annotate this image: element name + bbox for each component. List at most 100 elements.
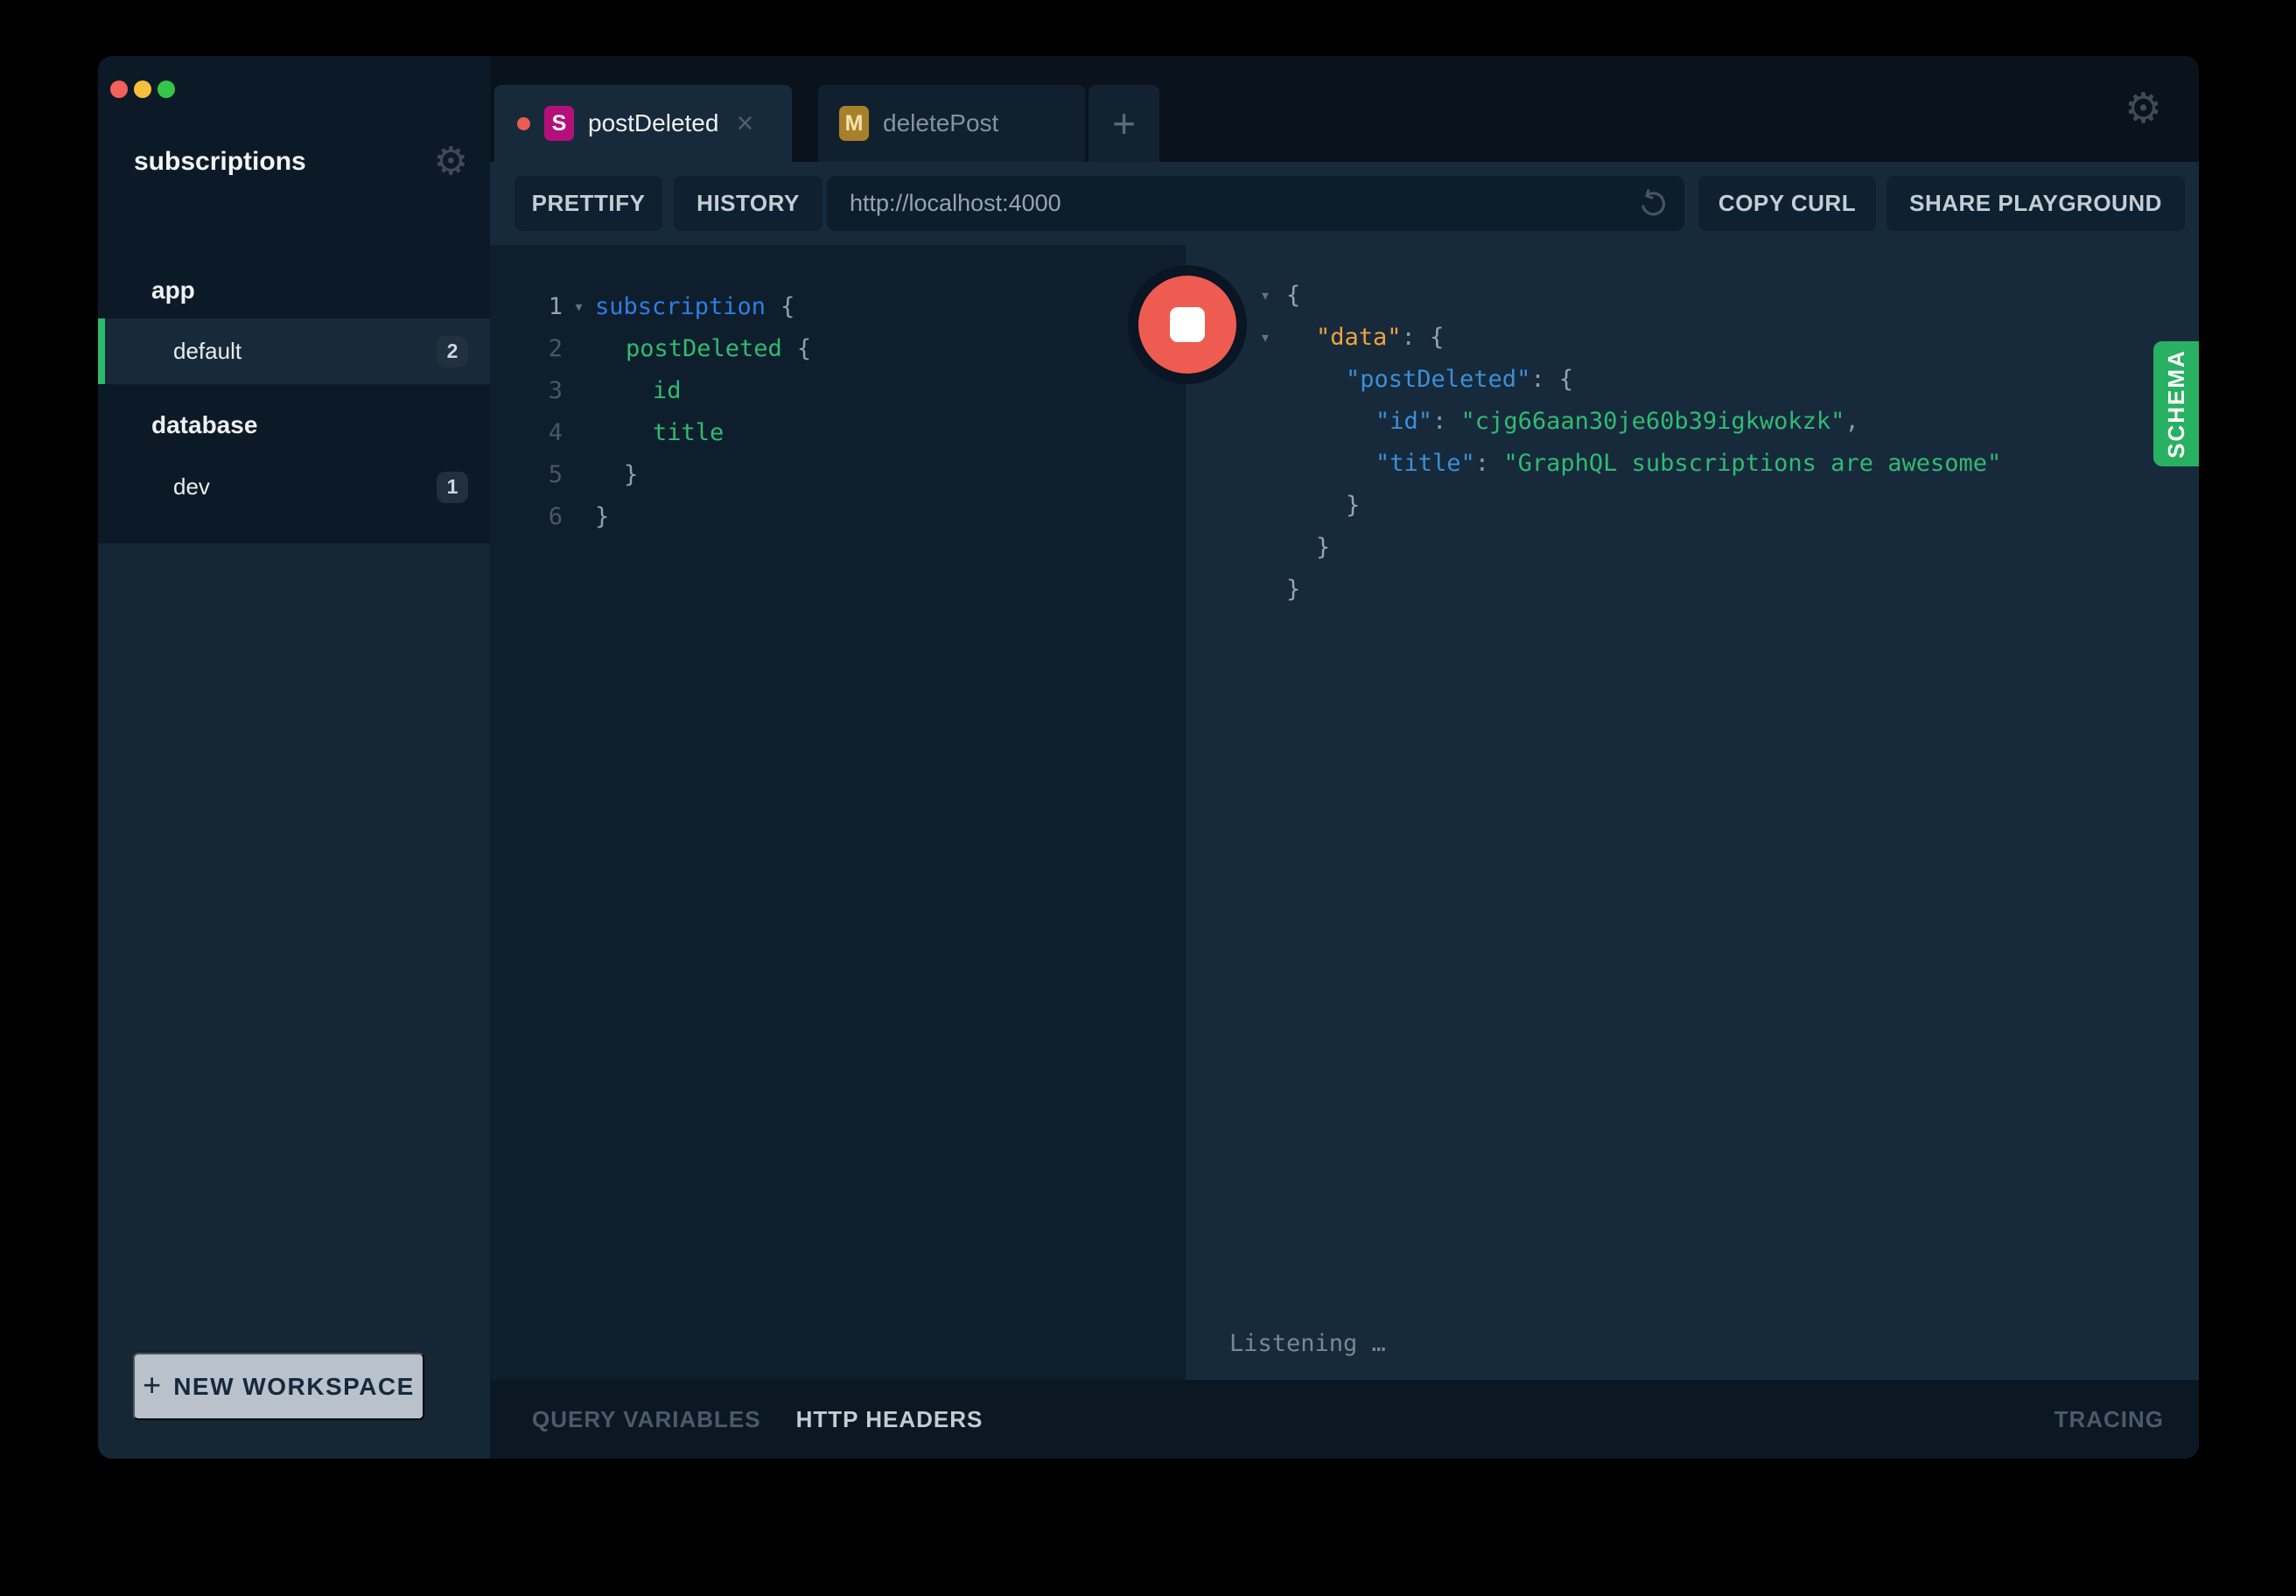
workspace-settings-gear-icon[interactable]: ⚙ — [434, 143, 468, 181]
prettify-button[interactable]: PRETTIFY — [514, 176, 662, 231]
unsaved-changes-dot — [517, 117, 530, 130]
new-workspace-label: NEW WORKSPACE — [173, 1373, 415, 1401]
query-editor[interactable]: 1▾subscription { 2 postDeleted { 3 id 4 title… — [490, 245, 1186, 1380]
brace-token: { — [1286, 282, 1300, 309]
sidebar-item-default[interactable]: default 2 — [98, 318, 490, 384]
tab-postdeleted[interactable]: S postDeleted × — [494, 85, 792, 162]
tab-deletepost[interactable]: M deletePost — [818, 85, 1085, 162]
brace-token: } — [1346, 492, 1360, 519]
json-line: } — [1186, 568, 2199, 610]
brace-token: { — [1430, 324, 1444, 351]
sidebar-section-database: database — [151, 411, 257, 439]
workspace-header: subscriptions ⚙ — [98, 140, 490, 184]
json-line: "postDeleted": { — [1186, 358, 2199, 400]
share-playground-button[interactable]: SHARE PLAYGROUND — [1886, 176, 2185, 231]
fold-arrow-icon[interactable]: ▾ — [1260, 286, 1270, 304]
zoom-window-button[interactable] — [158, 80, 175, 98]
new-workspace-button[interactable]: + NEW WORKSPACE — [133, 1353, 424, 1420]
mutation-type-icon: M — [839, 106, 869, 141]
main-pane: S postDeleted × M deletePost + ⚙ PRETTIF… — [490, 56, 2199, 1459]
fold-arrow-icon[interactable]: ▾ — [1260, 328, 1270, 346]
window-controls — [110, 80, 175, 98]
plus-icon: + — [143, 1367, 161, 1404]
line-number: 2 — [490, 335, 563, 362]
brace-token: { — [1559, 366, 1573, 393]
brace-token: { — [780, 293, 794, 320]
colon-token: : — [1475, 450, 1504, 477]
code-line: 4 title — [490, 411, 1186, 453]
colon-token: : — [1402, 324, 1431, 351]
json-key: "id" — [1376, 408, 1432, 435]
stop-button-ring — [1128, 265, 1247, 384]
editor-response-area: 1▾subscription{ 2postDeleted{ 3id 4title… — [490, 245, 2199, 1380]
fold-arrow-icon[interactable]: ▾ — [563, 296, 595, 317]
minimize-window-button[interactable] — [134, 80, 151, 98]
brace-token: } — [624, 461, 638, 488]
close-window-button[interactable] — [110, 80, 128, 98]
brace-token: } — [1286, 576, 1300, 603]
stop-icon — [1170, 307, 1205, 342]
plus-icon: + — [1112, 100, 1136, 147]
reload-icon[interactable] — [1637, 188, 1669, 220]
sidebar-item-dev[interactable]: dev 1 — [98, 454, 490, 520]
sidebar-section-app: app — [151, 276, 195, 304]
endpoint-url-input[interactable] — [827, 176, 1684, 231]
history-button[interactable]: HISTORY — [674, 176, 822, 231]
schema-side-tab[interactable]: SCHEMA — [2153, 341, 2199, 466]
brace-token: { — [797, 335, 811, 362]
comma-token: , — [1844, 408, 1858, 435]
new-tab-button[interactable]: + — [1088, 85, 1159, 162]
json-key: "postDeleted" — [1346, 366, 1530, 393]
field-token: id — [653, 377, 682, 404]
json-value: "GraphQL subscriptions are awesome" — [1503, 450, 2001, 477]
http-headers-tab[interactable]: HTTP HEADERS — [796, 1406, 984, 1433]
sidebar-item-label: default — [173, 338, 242, 365]
listening-status: Listening … — [1229, 1330, 1386, 1357]
toolbar: PRETTIFY HISTORY COPY CURL SHARE PLAYGRO… — [490, 162, 2199, 245]
field-token: postDeleted — [626, 335, 782, 362]
field-token: title — [653, 419, 724, 446]
code-line: 3 id — [490, 369, 1186, 411]
line-number: 1 — [490, 293, 563, 320]
code-line: 2 postDeleted { — [490, 327, 1186, 369]
line-number: 6 — [490, 503, 563, 530]
code-line: 6} — [490, 495, 1186, 537]
sidebar-workspaces: subscriptions ⚙ app default 2 database d… — [98, 56, 490, 543]
json-line: ▾{ — [1186, 274, 2199, 316]
tab-count-badge: 2 — [437, 336, 468, 368]
bottom-bar: QUERY VARIABLES HTTP HEADERS TRACING — [490, 1380, 2199, 1459]
colon-token: : — [1530, 366, 1559, 393]
active-item-indicator — [98, 318, 105, 384]
stop-subscription-button[interactable] — [1138, 276, 1236, 374]
tab-label: postDeleted — [588, 109, 718, 137]
tab-bar: S postDeleted × M deletePost + ⚙ — [490, 56, 2199, 162]
json-line: } — [1186, 526, 2199, 568]
settings-gear-icon[interactable]: ⚙ — [2124, 88, 2162, 130]
close-tab-icon[interactable]: × — [736, 108, 753, 138]
colon-token: : — [1432, 408, 1461, 435]
keyword-token: subscription — [595, 293, 766, 320]
workspace-title: subscriptions — [134, 147, 306, 177]
copy-curl-button[interactable]: COPY CURL — [1698, 176, 1876, 231]
subscription-type-icon: S — [544, 106, 574, 141]
sidebar-lower-panel: + NEW WORKSPACE — [98, 543, 490, 1459]
json-line: "id": "cjg66aan30je60b39igkwokzk", — [1186, 400, 2199, 442]
json-line: "title": "GraphQL subscriptions are awes… — [1186, 442, 2199, 484]
playground-window: subscriptions ⚙ app default 2 database d… — [98, 56, 2199, 1459]
code-line: 1▾subscription { — [490, 285, 1186, 327]
json-key: "title" — [1376, 450, 1475, 477]
sidebar: subscriptions ⚙ app default 2 database d… — [98, 56, 490, 1459]
json-value: "cjg66aan30je60b39igkwokzk" — [1461, 408, 1845, 435]
sidebar-item-label: dev — [173, 473, 210, 500]
endpoint-url-wrapper — [827, 176, 1684, 231]
brace-token: } — [595, 503, 609, 530]
code-line: 5} — [490, 453, 1186, 495]
json-line: } — [1186, 484, 2199, 526]
json-line: ▾ "data": { — [1186, 316, 2199, 358]
line-number: 4 — [490, 419, 563, 446]
query-variables-tab[interactable]: QUERY VARIABLES — [532, 1406, 761, 1433]
tracing-tab[interactable]: TRACING — [2054, 1406, 2164, 1433]
json-key: "data" — [1316, 324, 1402, 351]
line-number: 5 — [490, 461, 563, 488]
line-number: 3 — [490, 377, 563, 404]
